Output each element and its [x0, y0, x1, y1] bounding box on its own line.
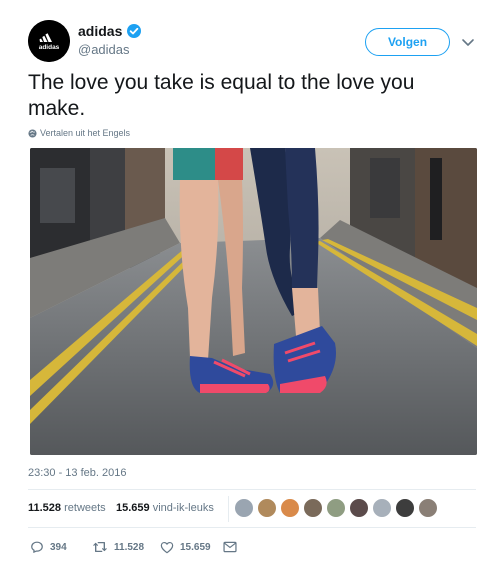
reply-icon: [31, 541, 43, 553]
photo-image: [30, 148, 477, 455]
reply-button[interactable]: 394: [30, 538, 67, 556]
heart-icon: [160, 541, 174, 553]
author-display-name[interactable]: adidas: [78, 23, 122, 39]
globe-icon: [28, 128, 37, 138]
verified-badge-icon: [127, 24, 142, 38]
liker-avatar[interactable]: [326, 498, 346, 518]
tweet-timestamp[interactable]: 23:30 - 13 feb. 2016: [28, 467, 126, 479]
tweet-photo[interactable]: [30, 148, 477, 455]
divider: [28, 527, 476, 528]
translate-link[interactable]: Vertalen uit het Engels: [28, 126, 130, 140]
liker-avatar[interactable]: [395, 498, 415, 518]
retweet-count: 11.528: [114, 541, 145, 553]
avatar[interactable]: adidas: [28, 20, 70, 62]
retweet-icon: [93, 542, 107, 552]
retweets-stat-label: retweets: [64, 502, 106, 514]
liker-avatar[interactable]: [280, 498, 300, 518]
likes-stat[interactable]: 15.659 vind-ik-leuks: [116, 502, 214, 514]
translate-label[interactable]: Vertalen uit het Engels: [40, 128, 130, 138]
author-name-row[interactable]: adidas: [78, 22, 142, 40]
liker-avatar[interactable]: [349, 498, 369, 518]
chevron-down-icon[interactable]: [460, 34, 476, 50]
adidas-logo-icon: adidas: [28, 20, 70, 62]
envelope-icon: [223, 541, 237, 553]
like-button[interactable]: 15.659: [160, 538, 211, 556]
tweet-card: adidas adidas @adidas Volgen The love yo…: [0, 0, 504, 570]
likes-stat-count: 15.659: [116, 502, 150, 514]
tweet-header: adidas adidas @adidas Volgen: [28, 20, 480, 64]
direct-message-button[interactable]: [223, 538, 243, 556]
author-handle[interactable]: @adidas: [78, 42, 130, 57]
retweets-stat[interactable]: 11.528 retweets: [28, 502, 106, 514]
liker-avatar[interactable]: [257, 498, 277, 518]
reply-count: 394: [50, 541, 67, 553]
follow-button[interactable]: Volgen: [365, 28, 450, 56]
liker-avatar[interactable]: [372, 498, 392, 518]
tweet-stats: 11.528 retweets 15.659 vind-ik-leuks: [28, 494, 476, 524]
retweet-button[interactable]: 11.528: [92, 538, 144, 556]
retweets-stat-count: 11.528: [28, 502, 62, 514]
liker-avatar[interactable]: [303, 498, 323, 518]
stats-divider: [228, 496, 229, 522]
divider: [28, 489, 476, 490]
liker-avatar[interactable]: [418, 498, 438, 518]
tweet-text: The love you take is equal to the love y…: [28, 71, 415, 120]
svg-text:adidas: adidas: [39, 44, 60, 51]
tweet-actions: 394 11.528 15.659: [30, 538, 330, 556]
likes-stat-label: vind-ik-leuks: [152, 502, 214, 514]
like-count: 15.659: [180, 541, 211, 553]
liker-avatar[interactable]: [234, 498, 254, 518]
likers-list: [234, 498, 441, 520]
